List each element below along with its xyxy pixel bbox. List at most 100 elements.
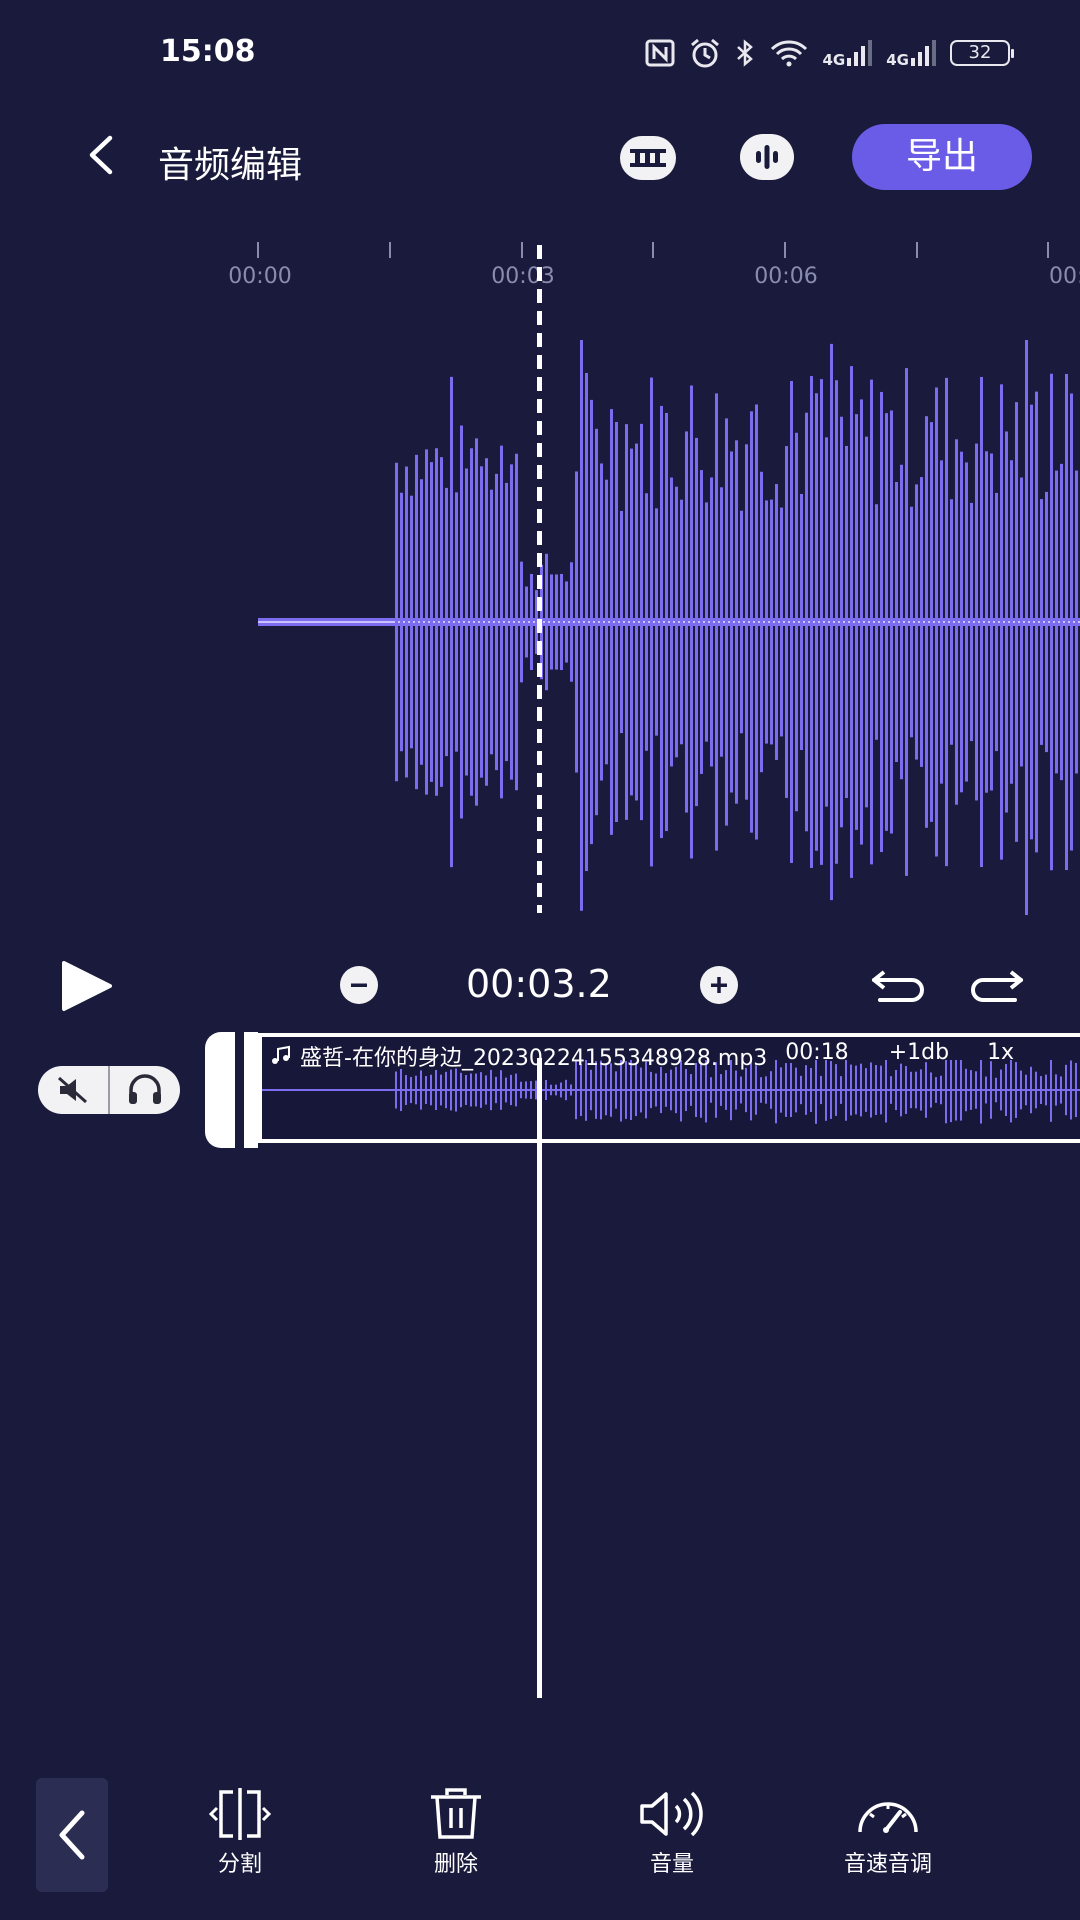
track-waveform	[262, 1060, 1080, 1124]
track-waveform-bar	[525, 1081, 527, 1099]
track-waveform-bar	[445, 1071, 447, 1109]
waveform-bar	[650, 377, 653, 867]
track-waveform-bar	[1030, 1066, 1032, 1114]
waveform-bar	[935, 387, 938, 857]
track-waveform-bar	[920, 1069, 922, 1111]
waveform-bar	[925, 416, 928, 828]
volume-tool[interactable]: 音量	[602, 1786, 742, 1878]
play-icon[interactable]	[58, 958, 114, 1014]
waveform-bar	[1020, 477, 1023, 767]
track-waveform-bar	[400, 1068, 402, 1112]
waveform-bar	[870, 379, 873, 865]
export-button[interactable]: 导出	[852, 124, 1032, 190]
track-waveform-bar	[810, 1067, 812, 1113]
track-waveform-bar	[435, 1069, 437, 1111]
volume-icon	[640, 1791, 703, 1837]
ruler-label: 00:03	[491, 264, 555, 289]
track-waveform-bar	[765, 1076, 767, 1104]
back-icon[interactable]	[78, 130, 128, 180]
track-waveform-bar	[560, 1082, 562, 1098]
collapse-toolbar-button[interactable]	[36, 1778, 108, 1892]
track-waveform-bar	[930, 1072, 932, 1108]
speedometer-icon	[858, 1802, 918, 1833]
waveform-bar	[690, 385, 693, 859]
waveform-bar	[570, 562, 573, 682]
waveform-bar	[965, 462, 968, 782]
delete-tool[interactable]: 删除	[386, 1786, 526, 1878]
waveform-bar	[600, 463, 603, 781]
waveform-bar	[610, 409, 613, 835]
volume-label: 音量	[649, 1852, 694, 1877]
waveform-bar	[1015, 402, 1018, 842]
track-waveform-bar	[720, 1074, 722, 1106]
waveform-bar	[615, 421, 618, 823]
track-waveform-bar	[550, 1084, 552, 1096]
film-strip-button[interactable]	[620, 136, 676, 180]
zoom-in-button[interactable]	[700, 966, 738, 1004]
waveform-bar	[880, 391, 883, 853]
undo-icon[interactable]	[870, 964, 930, 1004]
speaker-muted-icon	[58, 1076, 87, 1104]
waveform-bar	[855, 414, 858, 830]
waveform-bar	[785, 446, 788, 798]
mute-button[interactable]	[38, 1066, 110, 1114]
waveform-bar	[435, 448, 438, 796]
track-waveform-bar	[890, 1076, 892, 1104]
waveform-bar	[640, 423, 643, 821]
waveform-bar	[885, 413, 888, 831]
track-waveform-bar	[465, 1075, 467, 1105]
waveform-bar	[710, 477, 713, 767]
waveform-bar	[835, 380, 838, 864]
waveform-bar	[780, 507, 783, 737]
waveform-bar	[950, 499, 953, 745]
track-waveform-bar	[690, 1074, 692, 1106]
split-tool[interactable]: 分割	[170, 1786, 310, 1878]
track-waveform-bar	[485, 1075, 487, 1105]
network-type-2: 4G	[886, 51, 909, 69]
track-waveform-bar	[520, 1081, 522, 1099]
waveform-bar	[775, 484, 778, 760]
waveform-bar	[760, 471, 763, 773]
waveform-bar	[730, 451, 733, 793]
speed-pitch-tool[interactable]: 音速音调	[818, 1786, 958, 1878]
solo-listen-button[interactable]	[110, 1066, 180, 1114]
redo-icon[interactable]	[965, 964, 1025, 1004]
trim-handle-left[interactable]	[205, 1032, 235, 1148]
waveform-bar	[1065, 373, 1068, 871]
waveform-bar	[840, 416, 843, 828]
waveform-bar	[415, 454, 418, 790]
waveform-bar	[465, 468, 468, 776]
waveform-bar	[755, 404, 758, 840]
track-waveform-bar	[795, 1067, 797, 1113]
ruler-label: 00:06	[754, 264, 818, 289]
waveform-bar	[405, 466, 408, 778]
playhead-marker[interactable]	[537, 245, 542, 913]
track-waveform-bar	[1055, 1074, 1057, 1106]
signal-2: 4G	[886, 40, 936, 69]
waveform-bar	[1010, 460, 1013, 784]
waveform-bar	[410, 495, 413, 749]
waveform-bar	[850, 366, 853, 878]
waveform-bar	[1050, 373, 1053, 871]
track-waveform-bar	[655, 1073, 657, 1107]
waveform-bar	[550, 574, 553, 670]
waveform-bar	[400, 492, 403, 752]
waveform-bar	[630, 448, 633, 796]
waveform-bar	[810, 376, 813, 868]
waveform-bar	[1035, 391, 1038, 853]
waveform-bar	[555, 574, 558, 670]
waveform-bar	[605, 479, 608, 765]
status-time: 15:08	[160, 34, 256, 69]
waveform-bar	[820, 379, 823, 865]
track-waveform-bar	[425, 1076, 427, 1104]
zoom-out-button[interactable]	[340, 966, 378, 1004]
waveform-bar	[440, 457, 443, 787]
trim-handle-strip[interactable]	[244, 1032, 258, 1148]
minus-icon	[351, 983, 367, 987]
waveform-mode-button[interactable]	[740, 134, 794, 180]
waveform-bar	[480, 466, 483, 778]
waveform-bar	[805, 412, 808, 832]
waveform-bar	[525, 586, 528, 658]
waveform-bar	[905, 368, 908, 876]
waveform-icon	[756, 145, 778, 169]
